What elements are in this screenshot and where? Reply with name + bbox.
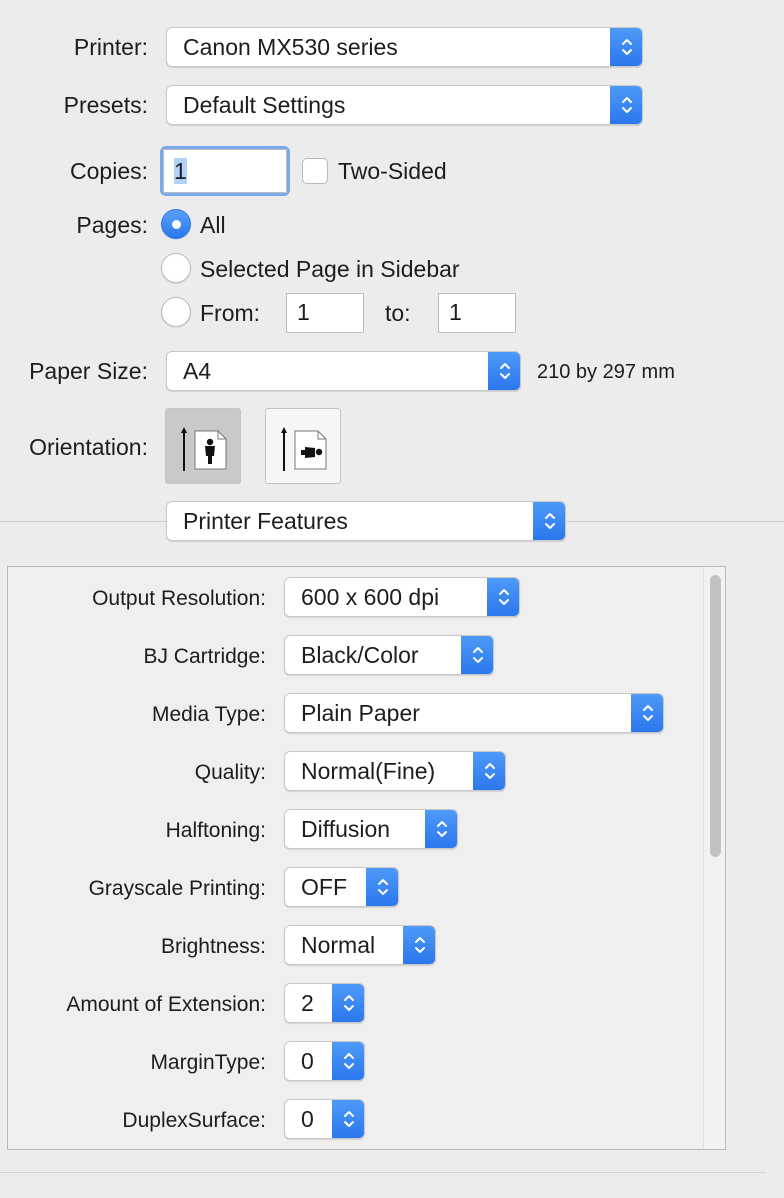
feature-value: 0 xyxy=(301,1106,314,1132)
feature-value: 600 x 600 dpi xyxy=(301,584,440,610)
chevron-updown-icon xyxy=(631,694,663,732)
feature-value: Normal(Fine) xyxy=(301,758,436,784)
feature-value: Diffusion xyxy=(301,816,391,842)
feature-label: MarginType: xyxy=(150,1051,266,1074)
pages-from-input[interactable]: 1 xyxy=(286,293,364,333)
feature-value: Plain Paper xyxy=(301,700,420,726)
two-sided-checkbox[interactable] xyxy=(302,158,328,184)
copies-input[interactable]: 1 xyxy=(163,149,287,193)
amount-of-extension-popup[interactable]: 2 xyxy=(284,983,365,1023)
presets-popup[interactable]: Default Settings xyxy=(166,85,643,125)
pages-from-radio[interactable] xyxy=(161,297,191,327)
pages-from-label: From: xyxy=(200,300,261,326)
panel-scrollbar[interactable] xyxy=(703,567,725,1149)
brightness-popup[interactable]: Normal xyxy=(284,925,436,965)
chevron-updown-icon xyxy=(332,1042,364,1080)
chevron-updown-icon xyxy=(610,86,642,124)
pages-from-value: 1 xyxy=(297,299,310,325)
chevron-updown-icon xyxy=(487,578,519,616)
chevron-updown-icon xyxy=(332,984,364,1022)
pages-all-radio[interactable] xyxy=(161,209,191,239)
halftoning-popup[interactable]: Diffusion xyxy=(284,809,458,849)
paper-size-label: Paper Size: xyxy=(29,358,148,384)
printer-features-panel: Output Resolution: 600 x 600 dpi BJ Cart… xyxy=(7,566,726,1150)
feature-label: Brightness: xyxy=(160,935,266,958)
chevron-updown-icon xyxy=(332,1100,364,1138)
pages-all-label: All xyxy=(200,212,226,238)
feature-label: Media Type: xyxy=(151,703,266,726)
chevron-updown-icon xyxy=(473,752,505,790)
pages-to-input[interactable]: 1 xyxy=(438,293,516,333)
bottom-separator xyxy=(0,1172,766,1173)
chevron-updown-icon xyxy=(425,810,457,848)
pages-selected-radio[interactable] xyxy=(161,253,191,283)
feature-value: OFF xyxy=(301,874,347,900)
media-type-popup[interactable]: Plain Paper xyxy=(284,693,664,733)
portrait-icon xyxy=(181,427,227,471)
section-value: Printer Features xyxy=(183,508,348,534)
separator-right xyxy=(566,521,784,522)
orientation-landscape-button[interactable] xyxy=(265,408,341,484)
chevron-updown-icon xyxy=(610,28,642,66)
margin-type-popup[interactable]: 0 xyxy=(284,1041,365,1081)
grayscale-printing-popup[interactable]: OFF xyxy=(284,867,399,907)
printer-label: Printer: xyxy=(73,34,148,60)
feature-label: DuplexSurface: xyxy=(122,1109,266,1132)
pages-label: Pages: xyxy=(76,212,148,238)
bj-cartridge-popup[interactable]: Black/Color xyxy=(284,635,494,675)
feature-value: Black/Color xyxy=(301,642,419,668)
paper-size-value: A4 xyxy=(183,358,212,384)
feature-label: Quality: xyxy=(194,761,266,784)
feature-label: BJ Cartridge: xyxy=(143,645,266,668)
quality-popup[interactable]: Normal(Fine) xyxy=(284,751,506,791)
chevron-updown-icon xyxy=(366,868,398,906)
duplex-surface-popup[interactable]: 0 xyxy=(284,1099,365,1139)
presets-value: Default Settings xyxy=(183,92,346,118)
feature-label: Amount of Extension: xyxy=(66,993,266,1016)
feature-label: Output Resolution: xyxy=(92,587,266,610)
presets-label: Presets: xyxy=(63,92,148,118)
orientation-label: Orientation: xyxy=(29,434,148,460)
output-resolution-popup[interactable]: 600 x 600 dpi xyxy=(284,577,520,617)
paper-size-popup[interactable]: A4 xyxy=(166,351,521,391)
chevron-updown-icon xyxy=(488,352,520,390)
paper-size-dimensions: 210 by 297 mm xyxy=(537,361,675,383)
chevron-updown-icon xyxy=(403,926,435,964)
two-sided-label: Two-Sided xyxy=(338,158,447,184)
feature-value: 2 xyxy=(301,990,314,1016)
feature-value: 0 xyxy=(301,1048,314,1074)
copies-label: Copies: xyxy=(70,158,148,184)
feature-value: Normal xyxy=(301,932,376,958)
landscape-icon xyxy=(281,427,327,471)
section-popup[interactable]: Printer Features xyxy=(166,501,566,541)
chevron-updown-icon xyxy=(533,502,565,540)
printer-popup[interactable]: Canon MX530 series xyxy=(166,27,643,67)
pages-selected-label: Selected Page in Sidebar xyxy=(200,256,460,282)
separator-left xyxy=(0,521,166,522)
pages-to-value: 1 xyxy=(449,299,462,325)
chevron-updown-icon xyxy=(461,636,493,674)
scrollbar-thumb[interactable] xyxy=(710,575,721,857)
printer-value: Canon MX530 series xyxy=(183,34,398,60)
copies-value: 1 xyxy=(174,158,187,184)
pages-to-label: to: xyxy=(385,300,411,326)
feature-label: Grayscale Printing: xyxy=(88,877,266,900)
orientation-portrait-button[interactable] xyxy=(165,408,241,484)
feature-label: Halftoning: xyxy=(165,819,266,842)
